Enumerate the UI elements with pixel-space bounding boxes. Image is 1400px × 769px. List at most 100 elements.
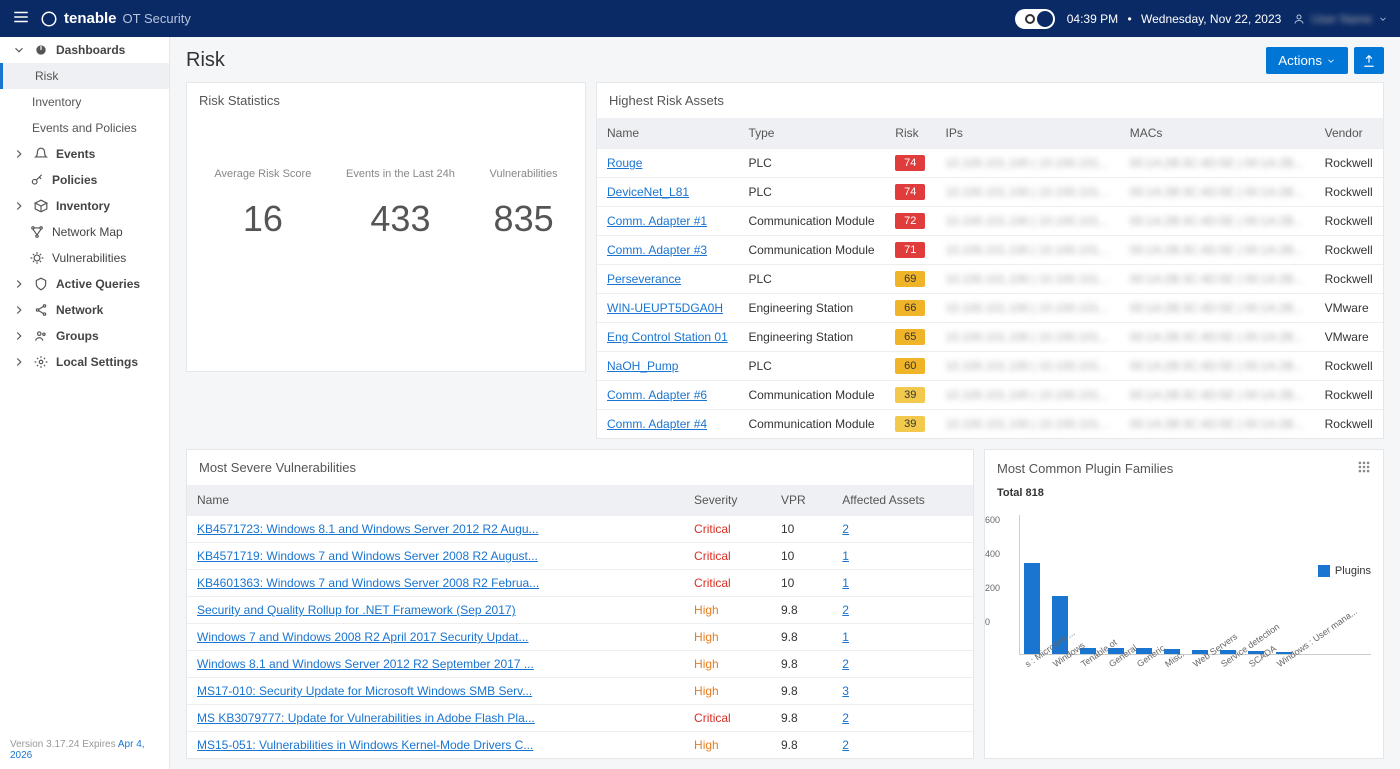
risk-badge: 60 (895, 358, 925, 374)
vuln-link[interactable]: Security and Quality Rollup for .NET Fra… (197, 603, 516, 617)
vuln-link[interactable]: KB4571719: Windows 7 and Windows Server … (197, 549, 538, 563)
vuln-severity: Critical (684, 570, 771, 597)
sidebar-item-risk[interactable]: Risk (0, 63, 169, 89)
affected-assets-link[interactable]: 3 (842, 684, 849, 698)
sidebar-item-inventory-sub[interactable]: Inventory (0, 89, 169, 115)
chart-bar[interactable] (1024, 563, 1040, 654)
col-header[interactable]: Name (187, 485, 684, 516)
col-header[interactable]: Risk (885, 118, 935, 149)
vuln-link[interactable]: MS17-010: Security Update for Microsoft … (197, 684, 532, 698)
affected-assets-link[interactable]: 1 (842, 630, 849, 644)
sidebar-item-events-policies[interactable]: Events and Policies (0, 115, 169, 141)
card-title: Most Severe Vulnerabilities (187, 450, 973, 485)
card-title: Risk Statistics (187, 83, 585, 118)
risk-badge: 39 (895, 416, 925, 432)
asset-mac: 00:1A:2B:3C:4D:5E | 00:1A:2B... (1120, 323, 1315, 352)
col-header[interactable]: Affected Assets (832, 485, 973, 516)
asset-link[interactable]: Rouge (607, 156, 642, 170)
asset-link[interactable]: WIN-UEUPT5DGA0H (607, 301, 723, 315)
sidebar-item-events[interactable]: Events (0, 141, 169, 167)
col-header[interactable]: Vendor (1315, 118, 1383, 149)
affected-assets-link[interactable]: 2 (842, 522, 849, 536)
asset-link[interactable]: Comm. Adapter #4 (607, 417, 707, 431)
nav-label: Events and Policies (32, 121, 137, 135)
sidebar-item-active-queries[interactable]: Active Queries (0, 271, 169, 297)
asset-vendor: VMware (1315, 294, 1383, 323)
asset-link[interactable]: Comm. Adapter #1 (607, 214, 707, 228)
stat-label: Events in the Last 24h (346, 168, 455, 180)
actions-button[interactable]: Actions (1266, 47, 1348, 74)
affected-assets-link[interactable]: 2 (842, 657, 849, 671)
vuln-link[interactable]: KB4601363: Windows 7 and Windows Server … (197, 576, 539, 590)
affected-assets-link[interactable]: 2 (842, 603, 849, 617)
asset-type: PLC (738, 265, 885, 294)
asset-type: Communication Module (738, 236, 885, 265)
affected-assets-link[interactable]: 2 (842, 711, 849, 725)
asset-link[interactable]: Comm. Adapter #6 (607, 388, 707, 402)
affected-assets-link[interactable]: 1 (842, 576, 849, 590)
col-header[interactable]: Severity (684, 485, 771, 516)
grid-icon[interactable] (1357, 460, 1371, 477)
asset-vendor: Rockwell (1315, 381, 1383, 410)
sidebar-item-vulnerabilities[interactable]: Vulnerabilities (0, 245, 169, 271)
asset-link[interactable]: Comm. Adapter #3 (607, 243, 707, 257)
table-row: KB4571719: Windows 7 and Windows Server … (187, 543, 973, 570)
table-row: RougePLC7410.100.101.100 | 10.100.101...… (597, 149, 1383, 178)
vuln-vpr: 9.8 (771, 651, 832, 678)
col-header[interactable]: MACs (1120, 118, 1315, 149)
table-row: Comm. Adapter #1Communication Module7210… (597, 207, 1383, 236)
user-icon (1293, 13, 1305, 25)
affected-assets-link[interactable]: 2 (842, 738, 849, 752)
asset-mac: 00:1A:2B:3C:4D:5E | 00:1A:2B... (1120, 352, 1315, 381)
vuln-link[interactable]: KB4571723: Windows 8.1 and Windows Serve… (197, 522, 539, 536)
asset-mac: 00:1A:2B:3C:4D:5E | 00:1A:2B... (1120, 410, 1315, 439)
affected-assets-link[interactable]: 1 (842, 549, 849, 563)
vuln-link[interactable]: MS15-051: Vulnerabilities in Windows Ker… (197, 738, 533, 752)
vuln-severity: High (684, 651, 771, 678)
asset-link[interactable]: Eng Control Station 01 (607, 330, 728, 344)
table-row: NaOH_PumpPLC6010.100.101.100 | 10.100.10… (597, 352, 1383, 381)
nav-label: Policies (52, 173, 97, 187)
stat-value: 16 (214, 198, 311, 240)
vuln-vpr: 9.8 (771, 732, 832, 759)
asset-link[interactable]: NaOH_Pump (607, 359, 678, 373)
chart-label: Service detection (1219, 652, 1238, 669)
vuln-severity: High (684, 597, 771, 624)
sidebar-item-network-map[interactable]: Network Map (0, 219, 169, 245)
col-header[interactable]: Name (597, 118, 738, 149)
nav-label: Vulnerabilities (52, 251, 126, 265)
asset-link[interactable]: DeviceNet_L81 (607, 185, 689, 199)
chevron-right-icon (12, 277, 26, 291)
vuln-link[interactable]: MS KB3079777: Update for Vulnerabilities… (197, 711, 535, 725)
table-row: Windows 8.1 and Windows Server 2012 R2 S… (187, 651, 973, 678)
sidebar-item-groups[interactable]: Groups (0, 323, 169, 349)
col-header[interactable]: Type (738, 118, 885, 149)
menu-icon[interactable] (12, 8, 30, 29)
col-header[interactable]: VPR (771, 485, 832, 516)
asset-ip: 10.100.101.100 | 10.100.101... (936, 207, 1120, 236)
asset-mac: 00:1A:2B:3C:4D:5E | 00:1A:2B... (1120, 381, 1315, 410)
table-row: Eng Control Station 01Engineering Statio… (597, 323, 1383, 352)
asset-link[interactable]: Perseverance (607, 272, 681, 286)
sidebar-item-inventory[interactable]: Inventory (0, 193, 169, 219)
card-title: Most Common Plugin Families (997, 461, 1173, 476)
vuln-link[interactable]: Windows 7 and Windows 2008 R2 April 2017… (197, 630, 529, 644)
legend-swatch (1318, 565, 1330, 577)
sidebar-item-local-settings[interactable]: Local Settings (0, 349, 169, 375)
bug-icon (30, 251, 44, 265)
sidebar-item-dashboards[interactable]: Dashboards (0, 37, 169, 63)
legend-label: Plugins (1335, 565, 1371, 577)
user-menu[interactable]: User Name (1293, 12, 1388, 26)
risk-badge: 72 (895, 213, 925, 229)
risk-badge: 74 (895, 184, 925, 200)
col-header[interactable]: IPs (936, 118, 1120, 149)
sidebar-item-network[interactable]: Network (0, 297, 169, 323)
theme-toggle[interactable] (1015, 9, 1055, 29)
nav-label: Risk (35, 69, 58, 83)
export-button[interactable] (1354, 47, 1384, 74)
nav-label: Local Settings (56, 355, 138, 369)
shield-icon (34, 277, 48, 291)
header-time: 04:39 PM • Wednesday, Nov 22, 2023 (1067, 12, 1282, 26)
sidebar-item-policies[interactable]: Policies (0, 167, 169, 193)
vuln-link[interactable]: Windows 8.1 and Windows Server 2012 R2 S… (197, 657, 534, 671)
